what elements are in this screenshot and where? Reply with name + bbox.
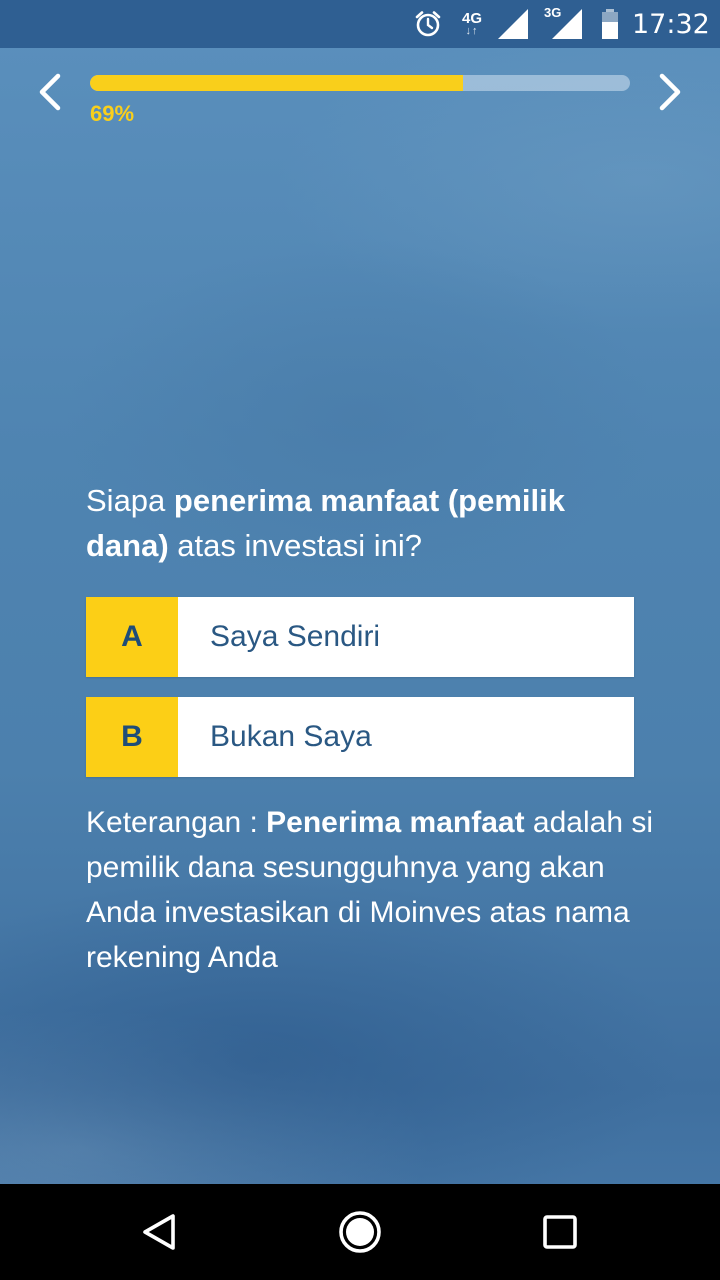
status-time: 17:32 bbox=[632, 8, 710, 40]
progress-bar bbox=[90, 75, 630, 91]
back-button[interactable] bbox=[130, 1202, 190, 1262]
home-button[interactable] bbox=[330, 1202, 390, 1262]
option-b-letter: B bbox=[86, 697, 178, 777]
explanation-text: Keterangan : Penerima manfaat adalah si … bbox=[86, 800, 656, 980]
progress-percent: 69% bbox=[90, 101, 135, 126]
recents-button[interactable] bbox=[530, 1202, 590, 1262]
alarm-icon bbox=[412, 0, 444, 48]
network-3g-indicator: 3G bbox=[540, 0, 586, 48]
back-triangle-icon bbox=[143, 1214, 175, 1250]
option-a-letter: A bbox=[86, 597, 178, 677]
screen: 4G ↓↑ 3G 17:32 69% Siapa penerima manfaa… bbox=[0, 0, 720, 1280]
network-4g-label: 4G bbox=[461, 10, 482, 27]
data-arrows-icon: ↓↑ bbox=[465, 25, 479, 37]
progress-fill bbox=[90, 75, 463, 91]
previous-button[interactable] bbox=[26, 66, 74, 118]
note-prefix: Keterangan : bbox=[86, 806, 267, 839]
option-b-button[interactable]: B Bukan Saya bbox=[86, 697, 634, 777]
question-text: Siapa penerima manfaat (pemilik dana) at… bbox=[86, 478, 646, 568]
home-circle-icon bbox=[339, 1211, 381, 1253]
chevron-right-icon bbox=[659, 73, 681, 111]
signal-icon bbox=[496, 0, 532, 48]
question-suffix: atas investasi ini? bbox=[168, 528, 422, 563]
chevron-left-icon bbox=[39, 73, 61, 111]
option-a-label: Saya Sendiri bbox=[178, 597, 634, 677]
note-bold: Penerima manfaat bbox=[266, 806, 525, 839]
recents-square-icon bbox=[543, 1215, 577, 1249]
status-bar: 4G ↓↑ 3G 17:32 bbox=[0, 0, 720, 48]
option-a-button[interactable]: A Saya Sendiri bbox=[86, 597, 634, 677]
battery-icon bbox=[598, 0, 622, 48]
next-button[interactable] bbox=[646, 66, 694, 118]
network-4g-indicator: 4G ↓↑ bbox=[452, 0, 492, 48]
navigation-bar bbox=[0, 1184, 720, 1280]
question-prefix: Siapa bbox=[86, 483, 174, 518]
option-b-label: Bukan Saya bbox=[178, 697, 634, 777]
